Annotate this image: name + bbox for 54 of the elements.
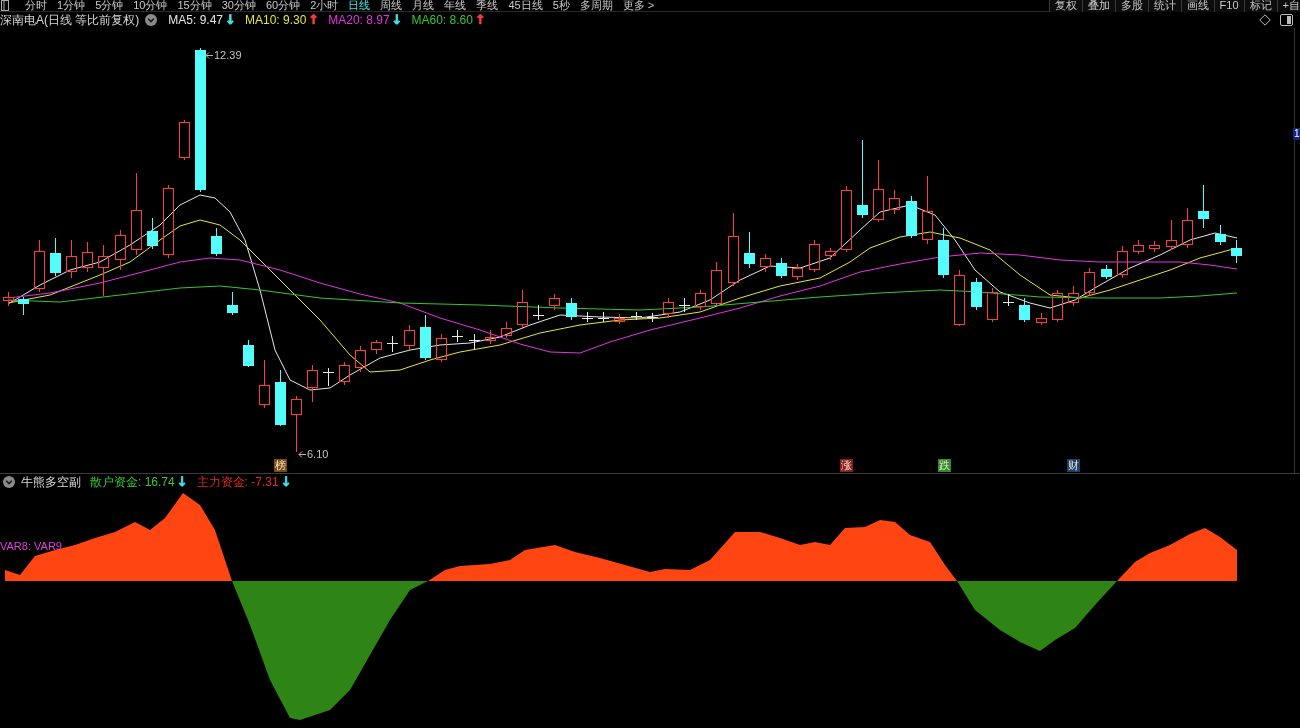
period-tab[interactable]: 2小时 [310,0,339,11]
period-tab[interactable]: 月线 [412,0,435,11]
period-tab[interactable]: 1分钟 [57,0,86,11]
period-tab[interactable]: 5分钟 [95,0,124,11]
price-extreme-label: 12.39 [214,49,242,61]
moving-average-value: MA10: 9.30 [244,13,307,27]
trend-arrow: ↑ [308,13,320,27]
series-label: VAR8: VAR9 [0,540,62,552]
indicator-value: 主力资金: -7.31 [196,473,279,491]
trend-arrow: ↓ [391,13,403,27]
toolbar-button[interactable]: +自 [1276,0,1300,12]
period-tab[interactable]: 年线 [444,0,467,11]
trend-arrow: ↓ [176,475,188,489]
arrow-left-icon [298,450,306,458]
period-tab[interactable]: 5秒 [552,0,570,11]
panel-icon[interactable] [1,0,9,11]
period-tab[interactable]: 30分钟 [221,0,256,11]
diamond-icon[interactable] [1259,14,1271,26]
trend-arrow: ↓ [280,475,292,489]
period-tab[interactable]: 60分钟 [266,0,301,11]
toolbar-button[interactable]: 标记 [1243,0,1277,12]
moving-average-value: MA60: 8.60 [411,13,473,27]
period-tab[interactable]: 季线 [476,0,499,11]
event-marker[interactable]: 跌 [938,459,951,472]
moving-average-value: MA20: 8.97 [328,13,390,27]
chevron-circle-icon[interactable] [3,476,15,488]
event-marker[interactable]: 榜 [274,459,287,472]
period-tab[interactable]: 周线 [380,0,403,11]
event-marker[interactable]: 财 [1067,459,1080,472]
toolbar-button[interactable]: 多股 [1114,0,1148,12]
indicator-value: 散户资金: 16.74 [90,473,175,491]
indicator-title: 牛熊多空副 [21,473,81,491]
period-tab[interactable]: 日线 [348,0,371,11]
price-extreme-label: 6.10 [307,448,329,460]
toolbar-button[interactable]: 复权 [1048,0,1082,12]
event-marker[interactable]: 涨 [840,459,853,472]
period-tab[interactable]: 分时 [25,0,47,11]
trend-arrow: ↑ [474,13,486,27]
period-tab[interactable]: 10分钟 [133,0,168,11]
toolbar-button[interactable]: 叠加 [1081,0,1115,12]
arrow-left-icon [205,51,213,59]
toolbar-button[interactable]: 画线 [1180,0,1214,12]
chevron-circle-icon[interactable] [145,14,158,26]
period-tab[interactable]: 更多 > [622,0,655,11]
toolbar-button[interactable]: 统计 [1147,0,1181,12]
moving-average-value: MA5: 9.47 [168,13,224,27]
toolbar-button[interactable]: F10 [1213,0,1244,12]
panel-icon[interactable] [1280,14,1293,26]
chart-title: 深南电A(日线 等比前复权) [0,11,140,29]
price-tag: 1 [1293,128,1300,140]
period-tab[interactable]: 多周期 [579,0,613,11]
period-tab[interactable]: 45日线 [508,0,543,11]
period-tab[interactable]: 15分钟 [177,0,212,11]
trend-arrow: ↓ [225,13,236,27]
